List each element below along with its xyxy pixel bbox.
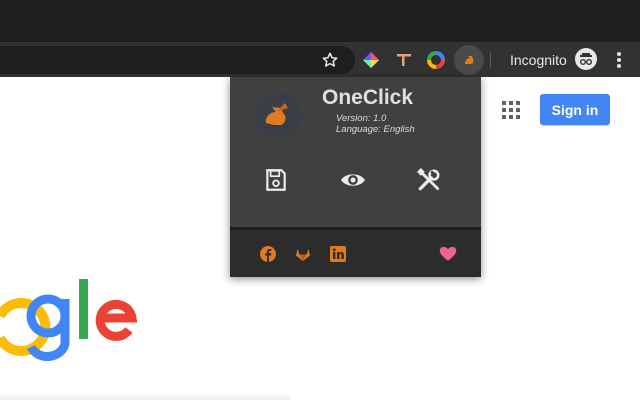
incognito-label: Incognito bbox=[510, 52, 567, 68]
eye-icon[interactable] bbox=[340, 167, 366, 193]
browser-toolbar: Incognito bbox=[0, 42, 640, 77]
colorful-extension-icon[interactable] bbox=[361, 50, 381, 70]
popup-meta: Version: 1.0 Language: English bbox=[336, 113, 415, 135]
apps-grid-icon[interactable] bbox=[502, 101, 520, 119]
bookmark-star-icon[interactable] bbox=[321, 51, 339, 69]
oneclick-extension-icon[interactable] bbox=[459, 50, 479, 70]
ruler-extension-icon[interactable] bbox=[394, 50, 414, 70]
sign-in-button[interactable]: Sign in bbox=[540, 94, 610, 125]
color-wheel-extension-icon[interactable] bbox=[426, 50, 446, 70]
heart-icon[interactable] bbox=[439, 245, 457, 263]
browser-menu-icon[interactable] bbox=[612, 50, 626, 70]
facebook-icon[interactable] bbox=[260, 246, 276, 262]
save-icon[interactable] bbox=[263, 167, 289, 193]
incognito-icon[interactable] bbox=[575, 48, 597, 70]
oneclick-popup: OneClick Version: 1.0 Language: English bbox=[230, 77, 481, 277]
language-text: Language: English bbox=[336, 124, 415, 135]
popup-header-panel: OneClick Version: 1.0 Language: English bbox=[230, 77, 481, 227]
popup-title: OneClick bbox=[322, 86, 414, 109]
toolbar-separator bbox=[490, 52, 491, 68]
tools-icon[interactable] bbox=[416, 167, 442, 193]
page-shadow bbox=[0, 393, 290, 400]
google-logo bbox=[0, 279, 138, 361]
oneclick-logo-icon bbox=[254, 91, 302, 139]
popup-footer bbox=[230, 230, 481, 277]
version-text: Version: 1.0 bbox=[336, 113, 387, 124]
linkedin-icon[interactable] bbox=[330, 246, 346, 262]
address-bar[interactable] bbox=[0, 46, 355, 74]
gitlab-icon[interactable] bbox=[295, 246, 311, 262]
tab-strip bbox=[0, 0, 640, 42]
